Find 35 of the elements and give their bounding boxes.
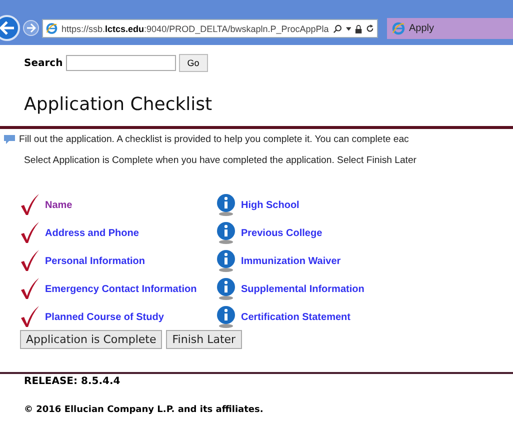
info-message: Fill out the application. A checklist is provided to help you complete it. You can complete eac xyxy=(19,134,409,145)
checklist-link[interactable]: Emergency Contact Information xyxy=(45,284,197,294)
checklist-link[interactable]: Immunization Waiver xyxy=(241,256,341,266)
back-button[interactable] xyxy=(0,15,20,41)
search-label: Search xyxy=(24,58,63,68)
forward-arrow-icon xyxy=(26,23,36,33)
page-title: Application Checklist xyxy=(24,94,214,115)
checklist-link[interactable]: Planned Course of Study xyxy=(45,312,164,322)
go-button[interactable]: Go xyxy=(178,54,208,72)
form-button[interactable]: Application is Complete xyxy=(20,330,162,349)
speech-bubble-icon xyxy=(4,134,15,144)
address-bar[interactable]: https://ssb.lctcs.edu:9040/PROD_DELTA/bwskapln.P_ProcAppPla xyxy=(42,19,378,38)
instruction-text: Select Application is Complete when you have completed the application. Select Finish Later xyxy=(24,155,418,166)
search-field[interactable] xyxy=(66,55,176,71)
checklist-link[interactable]: High School xyxy=(241,200,300,210)
browser-icon xyxy=(392,22,405,35)
search-icon[interactable] xyxy=(332,24,342,34)
checklist-link[interactable]: Certification Statement xyxy=(241,312,350,322)
checklist-link[interactable]: Personal Information xyxy=(45,256,146,266)
browser-icon xyxy=(46,22,58,35)
browser-tab[interactable]: Apply xyxy=(387,18,513,39)
checklist-link[interactable]: Name xyxy=(45,200,72,210)
dropdown-caret-icon[interactable] xyxy=(346,26,351,30)
back-arrow-icon xyxy=(0,21,15,35)
form-button[interactable]: Finish Later xyxy=(166,330,242,349)
tab-title: Apply xyxy=(409,23,434,34)
url-text: https://ssb.lctcs.edu:9040/PROD_DELTA/bwskapln.P_ProcAppPla xyxy=(62,24,329,34)
lock-icon xyxy=(354,24,362,34)
copyright-text: © 2016 Ellucian Company L.P. and its affiliates. xyxy=(24,405,264,415)
refresh-icon[interactable] xyxy=(366,24,374,33)
checklist-link[interactable]: Supplemental Information xyxy=(241,284,364,294)
checklist-link[interactable]: Previous College xyxy=(241,228,322,238)
checklist-link[interactable]: Address and Phone xyxy=(45,228,139,238)
forward-button[interactable] xyxy=(23,20,39,36)
release-text: RELEASE: 8.5.4.4 xyxy=(24,376,122,387)
